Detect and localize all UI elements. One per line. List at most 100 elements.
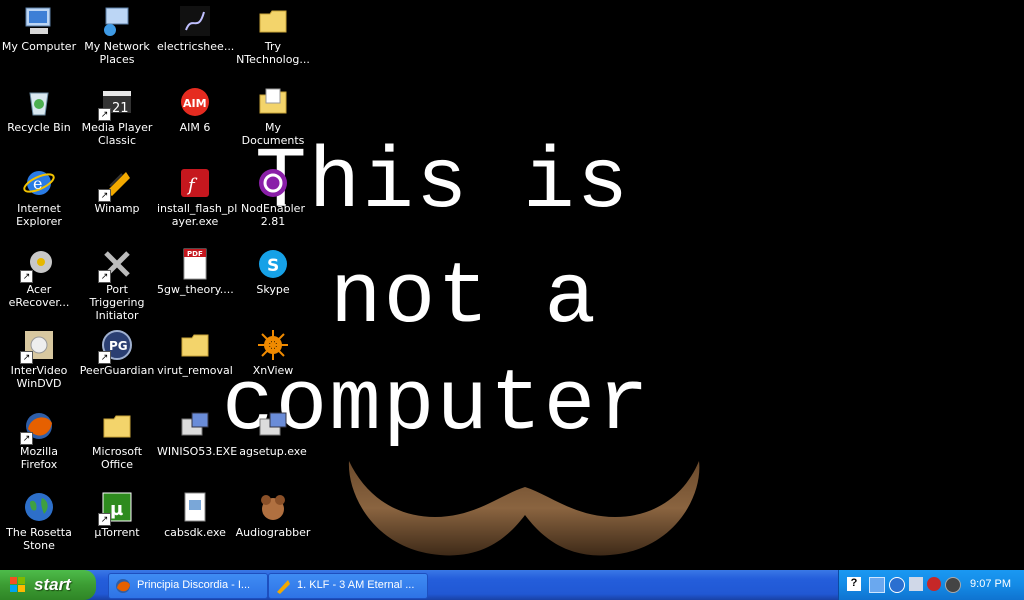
wallpaper-text-line-2: not a [330, 249, 599, 347]
desktop-icon-audiograbber[interactable]: Audiograbber [234, 486, 312, 566]
svg-text:21: 21 [112, 101, 129, 116]
icon-label: virut_removal [157, 364, 233, 377]
icon-label: InterVideo WinDVD [10, 364, 68, 390]
setup-exe-icon [256, 409, 290, 443]
setup-exe-icon [178, 409, 212, 443]
desktop-icon-pdf-document[interactable]: PDF 5gw_theory.... [156, 243, 234, 323]
windows-flag-icon [10, 577, 25, 592]
antivirus-icon[interactable] [927, 577, 941, 591]
taskbar-button-firefox[interactable]: Principia Discordia - I... [108, 573, 268, 599]
desktop-icon-firefox[interactable]: ↗ Mozilla Firefox [0, 405, 78, 485]
winamp-icon [277, 580, 290, 594]
chevron-left-icon[interactable] [889, 577, 905, 593]
globe-icon [22, 490, 56, 524]
skype-icon: S [256, 247, 290, 281]
icon-label: PeerGuardian [79, 364, 155, 377]
acer-erecovery-icon: ↗ [20, 247, 56, 283]
monitor-icon[interactable] [909, 577, 923, 591]
firefox-icon [116, 579, 130, 593]
taskbar-button-winamp[interactable]: 1. KLF - 3 AM Eternal ... [268, 573, 428, 599]
icon-label: My Network Places [84, 40, 150, 66]
icon-label: WINISO53.EXE [157, 445, 238, 458]
pdf-icon: PDF [178, 247, 212, 281]
moustache-image [348, 461, 700, 556]
desktop-icon-windvd[interactable]: ↗ InterVideo WinDVD [0, 324, 78, 404]
desktop-icon-utorrent[interactable]: µ ↗ µTorrent [78, 486, 156, 566]
peerguardian-icon: PG ↗ [98, 328, 134, 364]
svg-text:S: S [267, 256, 279, 276]
shortcut-arrow-icon: ↗ [20, 351, 33, 364]
svg-text:e: e [33, 174, 42, 193]
desktop-icon-flash-installer[interactable]: f install_flash_pl ayer.exe [156, 162, 238, 242]
internet-explorer-icon: e [22, 166, 56, 200]
desktop-icon-winamp[interactable]: ↗ Winamp [78, 162, 156, 242]
exe-file-icon [178, 490, 212, 524]
desktop-icon-virut-removal[interactable]: virut_removal [156, 324, 234, 404]
shortcut-arrow-icon: ↗ [20, 432, 33, 445]
desktop-icon-port-triggering[interactable]: ↗ Port Triggering Initiator [78, 243, 156, 323]
start-button[interactable]: start [0, 570, 96, 600]
icon-label: µTorrent [94, 526, 140, 539]
desktop-icon-skype[interactable]: S Skype [234, 243, 312, 323]
desktop-icon-winiso[interactable]: WINISO53.EXE [156, 405, 238, 485]
desktop-icon-microsoft-office[interactable]: Microsoft Office [78, 405, 156, 485]
icon-label: NodEnabler 2.81 [241, 202, 305, 228]
desktop-icon-electricsheep[interactable]: electricshee... [156, 0, 234, 80]
volume-icon[interactable] [945, 577, 961, 593]
wallpaper-text-line-3: computer [222, 356, 651, 454]
icon-label: Winamp [94, 202, 140, 215]
icon-label: install_flash_pl ayer.exe [157, 202, 238, 228]
icon-label: electricshee... [157, 40, 235, 53]
desktop-icon-xnview[interactable]: XnView [234, 324, 312, 404]
icon-label: Recycle Bin [7, 121, 71, 134]
network-places-icon [100, 4, 134, 38]
clock[interactable]: 9:07 PM [970, 578, 1011, 590]
desktop-icon-aim[interactable]: AIM AIM 6 [156, 81, 234, 161]
taskbar-button-label: Principia Discordia - I... [137, 579, 251, 591]
shortcut-arrow-icon: ↗ [98, 351, 111, 364]
desktop[interactable]: This is not a computer My Computer Recyc… [0, 0, 1024, 570]
desktop-icon-internet-explorer[interactable]: e Internet Explorer [0, 162, 78, 242]
desktop-icon-peerguardian[interactable]: PG ↗ PeerGuardian [78, 324, 156, 404]
help-icon[interactable]: ? [847, 577, 861, 591]
desktop-icon-try-ntechnology[interactable]: Try NTechnolog... [234, 0, 312, 80]
icon-label: 5gw_theory.... [157, 283, 234, 296]
icon-label: Mozilla Firefox [20, 445, 58, 471]
electricsheep-icon [178, 4, 212, 38]
shortcut-arrow-icon: ↗ [98, 270, 111, 283]
media-player-icon: 21 ↗ [98, 85, 134, 121]
audiograbber-icon [256, 490, 290, 524]
flash-installer-icon: f [178, 166, 212, 200]
desktop-icon-acer-erecovery[interactable]: ↗ Acer eRecover... [0, 243, 78, 323]
desktop-icon-cabsdk[interactable]: cabsdk.exe [156, 486, 234, 566]
icon-label: Internet Explorer [16, 202, 62, 228]
desktop-icon-media-player-classic[interactable]: 21 ↗ Media Player Classic [78, 81, 156, 161]
icon-label: AIM 6 [179, 121, 211, 134]
desktop-icon-recycle-bin[interactable]: Recycle Bin [0, 81, 78, 161]
folder-icon [100, 409, 134, 443]
taskbar-button-label: 1. KLF - 3 AM Eternal ... [297, 579, 415, 591]
my-documents-icon [256, 85, 290, 119]
icon-label: Try NTechnolog... [236, 40, 310, 66]
shortcut-arrow-icon: ↗ [98, 513, 111, 526]
my-computer-icon [22, 4, 56, 38]
recycle-bin-icon [22, 85, 56, 119]
desktop-icon-rosetta-stone[interactable]: The Rosetta Stone [0, 486, 78, 566]
xnview-icon [256, 328, 290, 362]
icon-label: Media Player Classic [81, 121, 153, 147]
icon-label: Microsoft Office [91, 445, 143, 471]
svg-text:PG: PG [109, 339, 128, 353]
desktop-icon-my-computer[interactable]: My Computer [0, 0, 78, 80]
svg-text:AIM: AIM [183, 97, 207, 110]
utorrent-icon: µ ↗ [98, 490, 134, 526]
aim-icon: AIM [178, 85, 212, 119]
network-icon[interactable] [869, 577, 885, 593]
desktop-icon-agsetup[interactable]: agsetup.exe [234, 405, 312, 485]
desktop-icon-my-documents[interactable]: My Documents [234, 81, 312, 161]
desktop-icon-nodenabler[interactable]: NodEnabler 2.81 [234, 162, 312, 242]
wallpaper-text-line-1: This is [255, 134, 631, 232]
icon-label: Port Triggering Initiator [89, 283, 145, 322]
desktop-icon-network-places[interactable]: My Network Places [78, 0, 156, 80]
winamp-icon: ↗ [98, 166, 134, 202]
icon-label: Audiograbber [235, 526, 311, 539]
